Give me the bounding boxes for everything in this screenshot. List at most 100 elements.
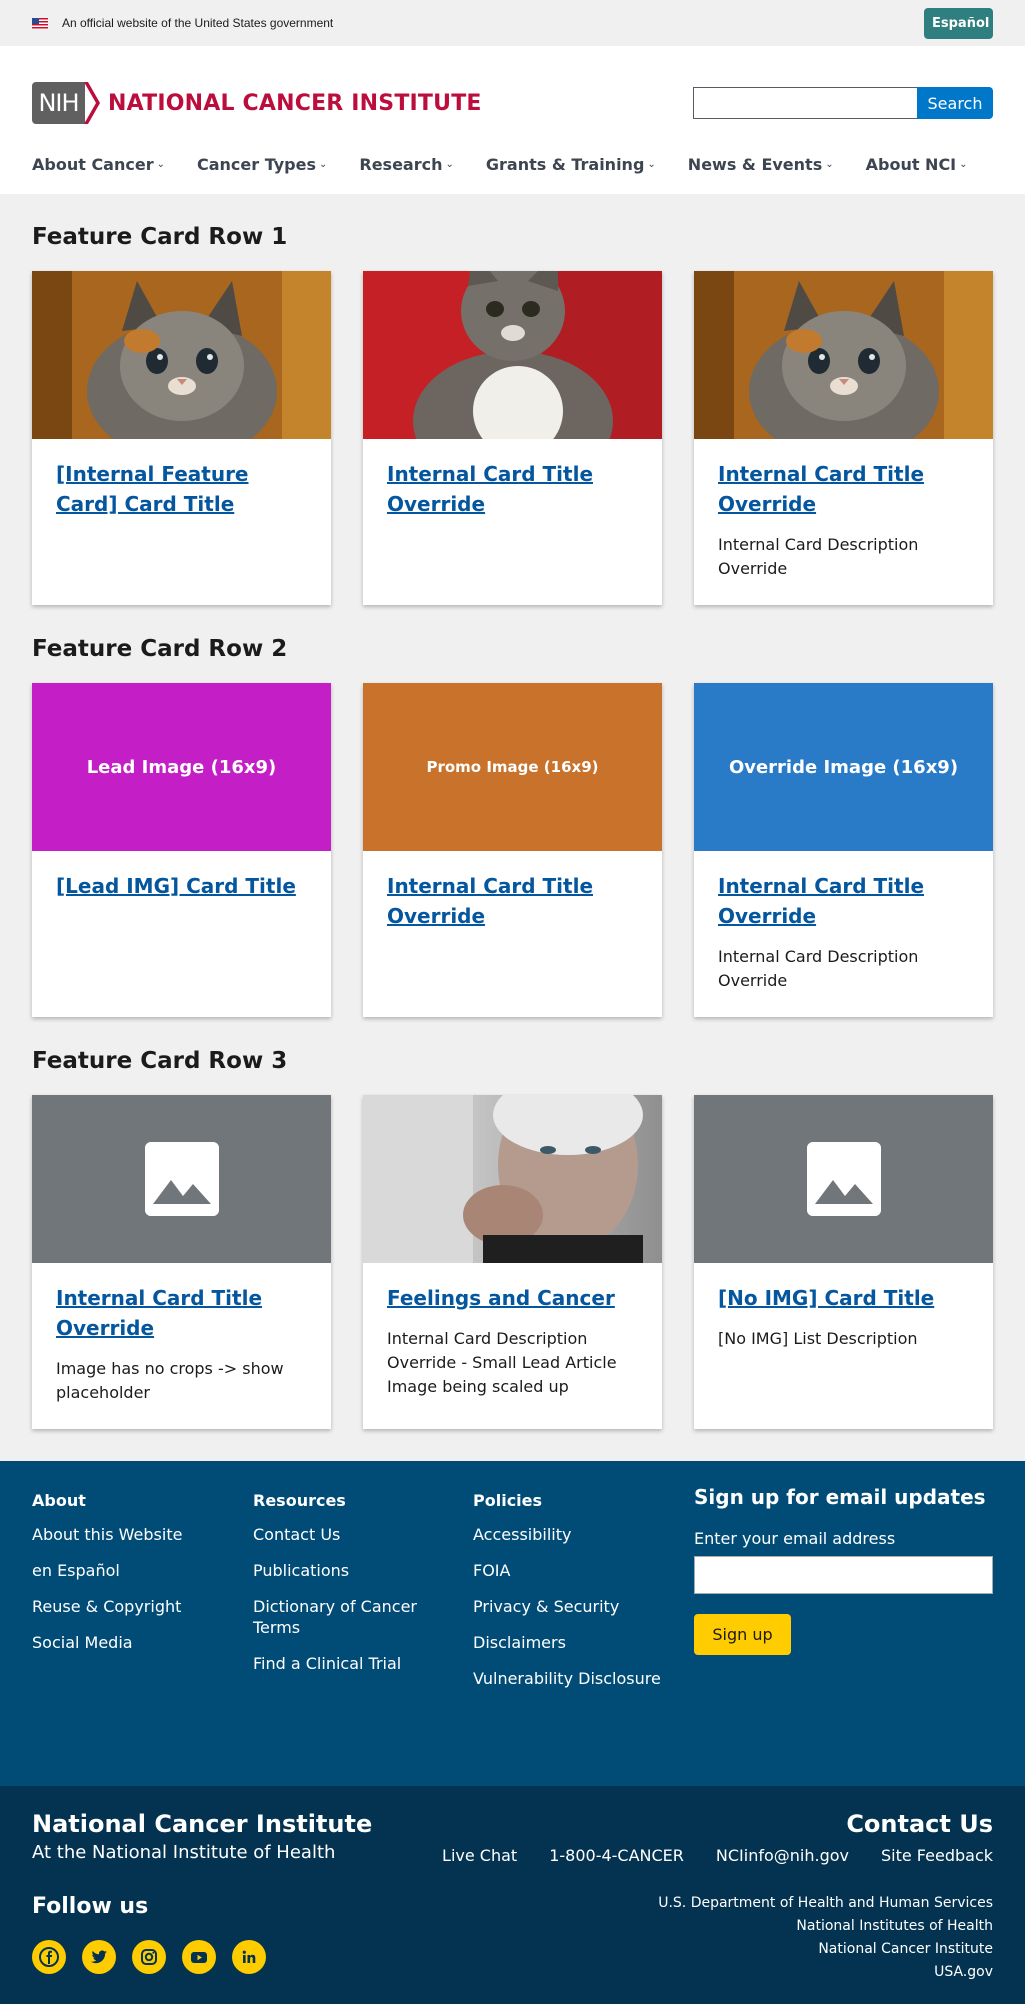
footer-link[interactable]: Reuse & Copyright <box>32 1596 182 1617</box>
twitter-icon[interactable] <box>82 1940 116 1974</box>
footer-link[interactable]: Privacy & Security <box>473 1596 661 1617</box>
contact-links: Live Chat 1-800-4-CANCER NCIinfo@nih.gov… <box>442 1846 993 1865</box>
footer-link[interactable]: Disclaimers <box>473 1632 661 1653</box>
kitten-image <box>32 271 331 439</box>
footer-heading: Policies <box>473 1491 543 1510</box>
contact-us-title: Contact Us <box>846 1810 993 1838</box>
feature-card[interactable]: [Internal Feature Card] Card Title <box>32 271 331 605</box>
card-description: Image has no crops -> show placeholder <box>56 1359 284 1402</box>
feature-card[interactable]: Promo Image (16x9) Internal Card Title O… <box>363 683 662 1017</box>
footer-heading: About <box>32 1491 86 1510</box>
image-placeholder-icon <box>144 1142 219 1216</box>
phone-link[interactable]: 1-800-4-CANCER <box>549 1846 684 1865</box>
elderly-woman-image <box>363 1095 662 1263</box>
card-title-link[interactable]: Internal Card Title Override <box>56 1283 307 1343</box>
nav-research[interactable]: Research ⌄ <box>359 155 454 174</box>
chevron-down-icon: ⌄ <box>825 159 834 170</box>
card-description: Internal Card Description Override <box>718 535 919 578</box>
youtube-icon[interactable] <box>182 1940 216 1974</box>
card-title-link[interactable]: Internal Card Title Override <box>387 871 638 931</box>
nih-link[interactable]: National Institutes of Health <box>658 1915 993 1938</box>
nav-news-events[interactable]: News & Events ⌄ <box>688 155 834 174</box>
search-input[interactable] <box>693 87 917 119</box>
nav-about-cancer[interactable]: About Cancer ⌄ <box>32 155 165 174</box>
footer-heading: Resources <box>253 1491 346 1510</box>
footer-institute-name: National Cancer Institute <box>32 1810 373 1838</box>
site-footer: About About this Website en Español Reus… <box>0 1461 1025 1786</box>
row-title: Feature Card Row 2 <box>32 636 288 662</box>
footer-link[interactable]: Contact Us <box>253 1524 433 1545</box>
card-title-link[interactable]: Internal Card Title Override <box>718 871 969 931</box>
social-links <box>32 1940 266 1974</box>
main-nav: About Cancer ⌄ Cancer Types ⌄ Research ⌄ Gr… <box>32 155 1000 174</box>
footer-link[interactable]: FOIA <box>473 1560 661 1581</box>
card-title-link[interactable]: [Internal Feature Card] Card Title <box>56 459 307 519</box>
instagram-icon[interactable] <box>132 1940 166 1974</box>
gov-banner: An official website of the United States… <box>0 0 1025 46</box>
gov-banner-text: An official website of the United States… <box>62 16 334 30</box>
site-feedback-link[interactable]: Site Feedback <box>881 1846 993 1865</box>
site-search: Search <box>693 87 993 119</box>
image-placeholder-icon <box>806 1142 881 1216</box>
feature-card[interactable]: Internal Card Title Override Internal Ca… <box>694 271 993 605</box>
usa-gov-link[interactable]: USA.gov <box>658 1961 993 1984</box>
card-title-link[interactable]: Internal Card Title Override <box>718 459 969 519</box>
row-title: Feature Card Row 1 <box>32 224 288 250</box>
footer-about: About About this Website en Español Reus… <box>32 1491 182 1668</box>
footer-link[interactable]: About this Website <box>32 1524 182 1545</box>
nih-logo-icon: NIH <box>32 82 100 124</box>
footer-bottom: National Cancer Institute At the Nationa… <box>0 1786 1025 2004</box>
nav-cancer-types[interactable]: Cancer Types ⌄ <box>197 155 327 174</box>
chevron-down-icon: ⌄ <box>318 159 328 170</box>
feature-card[interactable]: Feelings and Cancer Internal Card Descri… <box>363 1095 662 1429</box>
chevron-down-icon: ⌄ <box>959 159 968 170</box>
us-flag-icon <box>32 17 48 29</box>
footer-resources: Resources Contact Us Publications Dictio… <box>253 1491 433 1689</box>
card-description: [No IMG] List Description <box>718 1329 918 1348</box>
search-button[interactable]: Search <box>917 87 993 119</box>
signup-title: Sign up for email updates <box>694 1485 986 1509</box>
footer-policies: Policies Accessibility FOIA Privacy & Se… <box>473 1491 661 1704</box>
live-chat-link[interactable]: Live Chat <box>442 1846 517 1865</box>
image-placeholder <box>694 1095 993 1263</box>
feature-card[interactable]: [No IMG] Card Title [No IMG] List Descri… <box>694 1095 993 1429</box>
email-link[interactable]: NCIinfo@nih.gov <box>716 1846 849 1865</box>
nci-logo[interactable]: NIH NATIONAL CANCER INSTITUTE <box>32 82 482 124</box>
footer-link[interactable]: Social Media <box>32 1632 182 1653</box>
card-title-link[interactable]: Internal Card Title Override <box>387 459 638 519</box>
linkedin-icon[interactable] <box>232 1940 266 1974</box>
espanol-button[interactable]: Español <box>924 7 993 39</box>
institute-name: NATIONAL CANCER INSTITUTE <box>108 90 482 116</box>
override-image: Override Image (16x9) <box>694 683 993 851</box>
promo-image: Promo Image (16x9) <box>363 683 662 851</box>
nci-link[interactable]: National Cancer Institute <box>658 1938 993 1961</box>
email-signup: Sign up for email updates Enter your ema… <box>694 1485 993 1655</box>
footer-link[interactable]: Find a Clinical Trial <box>253 1653 433 1674</box>
chevron-down-icon: ⌄ <box>156 159 165 170</box>
footer-link[interactable]: Dictionary of Cancer Terms <box>253 1596 433 1638</box>
nav-grants-training[interactable]: Grants & Training ⌄ <box>486 155 656 174</box>
footer-link[interactable]: Publications <box>253 1560 433 1581</box>
footer-link[interactable]: en Español <box>32 1560 182 1581</box>
feature-card[interactable]: Lead Image (16x9) [Lead IMG] Card Title <box>32 683 331 1017</box>
feature-card[interactable]: Internal Card Title Override <box>363 271 662 605</box>
card-title-link[interactable]: Feelings and Cancer <box>387 1283 638 1313</box>
facebook-icon[interactable] <box>32 1940 66 1974</box>
kitten-image <box>363 271 662 439</box>
card-title-link[interactable]: [No IMG] Card Title <box>718 1283 969 1313</box>
follow-us-title: Follow us <box>32 1894 149 1919</box>
lead-image: Lead Image (16x9) <box>32 683 331 851</box>
email-field[interactable] <box>694 1556 993 1594</box>
card-description: Internal Card Description Override <box>718 947 919 990</box>
nav-about-nci[interactable]: About NCI ⌄ <box>866 155 968 174</box>
footer-link[interactable]: Vulnerability Disclosure <box>473 1668 661 1689</box>
hhs-link[interactable]: U.S. Department of Health and Human Serv… <box>658 1892 993 1915</box>
image-placeholder <box>32 1095 331 1263</box>
signup-label: Enter your email address <box>694 1529 896 1548</box>
footer-institute-sub: At the National Institute of Health <box>32 1842 336 1863</box>
feature-card[interactable]: Internal Card Title Override Image has n… <box>32 1095 331 1429</box>
signup-button[interactable]: Sign up <box>694 1614 791 1655</box>
feature-card[interactable]: Override Image (16x9) Internal Card Titl… <box>694 683 993 1017</box>
footer-link[interactable]: Accessibility <box>473 1524 661 1545</box>
card-title-link[interactable]: [Lead IMG] Card Title <box>56 871 307 901</box>
